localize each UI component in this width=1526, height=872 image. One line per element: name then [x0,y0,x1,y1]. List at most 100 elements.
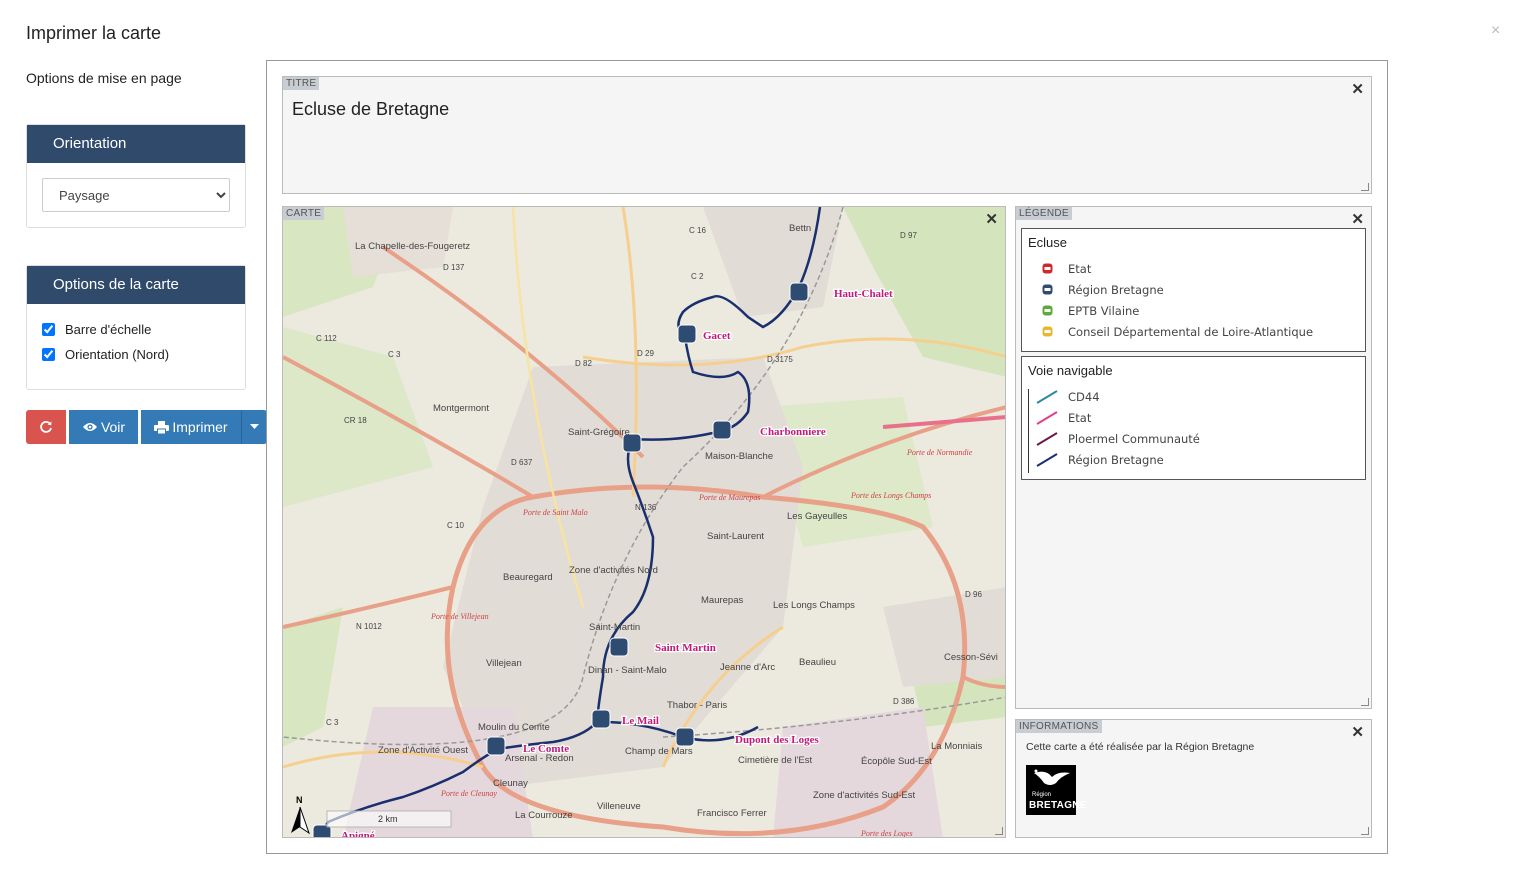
road-label: N 1012 [356,622,382,631]
lock-marker-icon[interactable] [789,282,809,302]
line-symbol-icon [1036,431,1058,446]
resize-handle-icon[interactable] [1361,827,1369,835]
place-label: Cleunay [493,778,528,789]
legend-item: Région Bretagne [1022,449,1365,470]
info-block[interactable]: INFORMATIONS ✕ Cette carte a été réalisé… [1015,719,1372,838]
legend-item-label: Etat [1068,410,1092,425]
legend-item-label: EPTB Vilaine [1068,303,1140,318]
place-label: La Chapelle-des-Fougeretz [355,241,470,252]
north-label: N [296,795,303,805]
print-button[interactable]: Imprimer [141,410,241,444]
print-dropdown-button[interactable] [241,410,267,444]
info-block-close-icon[interactable]: ✕ [1351,723,1364,741]
place-label: Zone d'activités Sud-Est [813,790,915,801]
printer-icon [154,420,170,434]
road-label: C 10 [447,521,464,530]
map-options-panel-title: Options de la carte [27,266,245,304]
place-label: Saint-Laurent [707,531,764,542]
scale-bar-label: 2 km [378,814,398,824]
legend-item: Etat [1022,258,1365,279]
place-label: Saint-Martin [589,622,640,633]
lock-label[interactable]: Le Comte [522,742,571,757]
close-icon[interactable]: × [1491,22,1500,40]
place-label: Les Gayeulles [787,511,847,522]
road-label: C 3 [326,718,339,727]
title-block-text[interactable]: Ecluse de Bretagne [292,99,449,120]
lock-label[interactable]: Apigné [340,829,376,838]
place-label: Beaulieu [799,657,836,668]
logo-text-big: BRETAGNE [1029,800,1087,811]
place-label: Cesson-Sévi [944,652,998,663]
refresh-icon [40,421,52,433]
map-canvas[interactable]: La Chapelle-des-Fougeretz Montgermont Sa… [283,207,1006,838]
gate-label: Porte de Maurepas [698,493,760,502]
orientation-select[interactable]: Paysage [42,178,230,212]
north-arrow-option[interactable]: Orientation (Nord) [42,347,230,362]
legend-group-title: Ecluse [1028,235,1068,250]
legend-group-title: Voie navigable [1028,363,1113,378]
orientation-panel: Orientation Paysage [26,124,246,228]
place-label: Bettn [789,223,811,234]
refresh-button[interactable] [26,410,66,444]
legend-item: CD44 [1022,386,1365,407]
map-block[interactable]: La Chapelle-des-Fougeretz Montgermont Sa… [282,206,1006,838]
place-label: Saint-Grégoire [568,427,630,438]
lock-marker-icon[interactable] [712,420,732,440]
resize-handle-icon[interactable] [1361,698,1369,706]
logo-bird-icon [1034,769,1070,785]
action-buttons: Voir Imprimer [26,410,267,444]
lock-symbol-icon [1042,263,1052,274]
place-label: Jeanne d'Arc [720,662,775,673]
scale-bar: 2 km [326,810,452,828]
lock-marker-icon[interactable] [675,727,695,747]
title-block-close-icon[interactable]: ✕ [1351,80,1364,98]
gate-label: Porte de Cleunay [440,789,497,798]
legend-item: Conseil Départemental de Loire-Atlantiqu… [1022,321,1365,342]
lock-symbol-icon [1042,326,1052,337]
lock-label[interactable]: Dupont des Loges [734,733,821,748]
lock-label[interactable]: Gacet [702,329,732,344]
lock-label[interactable]: Saint Martin [654,641,717,656]
line-symbol-icon [1036,410,1058,425]
legend-group-ecluse: Ecluse Etat Région Bretagne EPTB Vilaine… [1021,228,1366,352]
scale-bar-checkbox[interactable] [42,323,55,336]
resize-handle-icon[interactable] [1361,183,1369,191]
legend-group-voie-navigable: Voie navigable CD44 Etat Ploermel Commun… [1021,356,1366,480]
gate-label: Porte de Normandie [906,448,973,457]
lock-marker-icon[interactable] [677,324,697,344]
place-label: La Courrouze [515,810,573,821]
legend-item: Ploermel Communauté [1022,428,1365,449]
scale-bar-label: Barre d'échelle [65,322,152,337]
legend-item: EPTB Vilaine [1022,300,1365,321]
road-label: D 3175 [767,355,793,364]
legend-item-label: Conseil Départemental de Loire-Atlantiqu… [1068,324,1314,339]
view-button[interactable]: Voir [69,410,138,444]
legend-item-label: Ploermel Communauté [1068,431,1200,446]
place-label: Cimetière de l'Est [738,755,813,766]
lock-symbol-icon [1042,284,1052,295]
lock-marker-icon[interactable] [591,709,611,729]
road-label: C 16 [689,226,706,235]
legend-block[interactable]: LÉGENDE ✕ Ecluse Etat Région Bretagne EP… [1015,206,1372,709]
lock-marker-icon[interactable] [609,637,629,657]
title-block[interactable]: TITRE ✕ Ecluse de Bretagne [282,76,1372,194]
legend-item: Région Bretagne [1022,279,1365,300]
dialog-title: Imprimer la carte [26,23,162,43]
lock-label[interactable]: Le Mail [621,714,660,729]
layout-options-title: Options de mise en page [26,70,182,86]
info-block-text[interactable]: Cette carte a été réalisée par la Région… [1026,741,1254,753]
legend-item: Etat [1022,407,1365,428]
resize-handle-icon[interactable] [995,827,1003,835]
scale-bar-option[interactable]: Barre d'échelle [42,322,230,337]
north-arrow-checkbox[interactable] [42,348,55,361]
road-label: D 386 [893,697,915,706]
map-block-close-icon[interactable]: ✕ [985,210,998,228]
legend-block-close-icon[interactable]: ✕ [1351,210,1364,228]
legend-item-label: Région Bretagne [1068,452,1164,467]
lock-marker-icon[interactable] [486,736,506,756]
road-label: C 112 [316,334,337,343]
eye-icon [82,423,97,431]
lock-label[interactable]: Charbonniere [759,425,827,440]
legend-block-label: LÉGENDE [1016,207,1072,220]
lock-label[interactable]: Haut-Chalet [833,287,895,302]
